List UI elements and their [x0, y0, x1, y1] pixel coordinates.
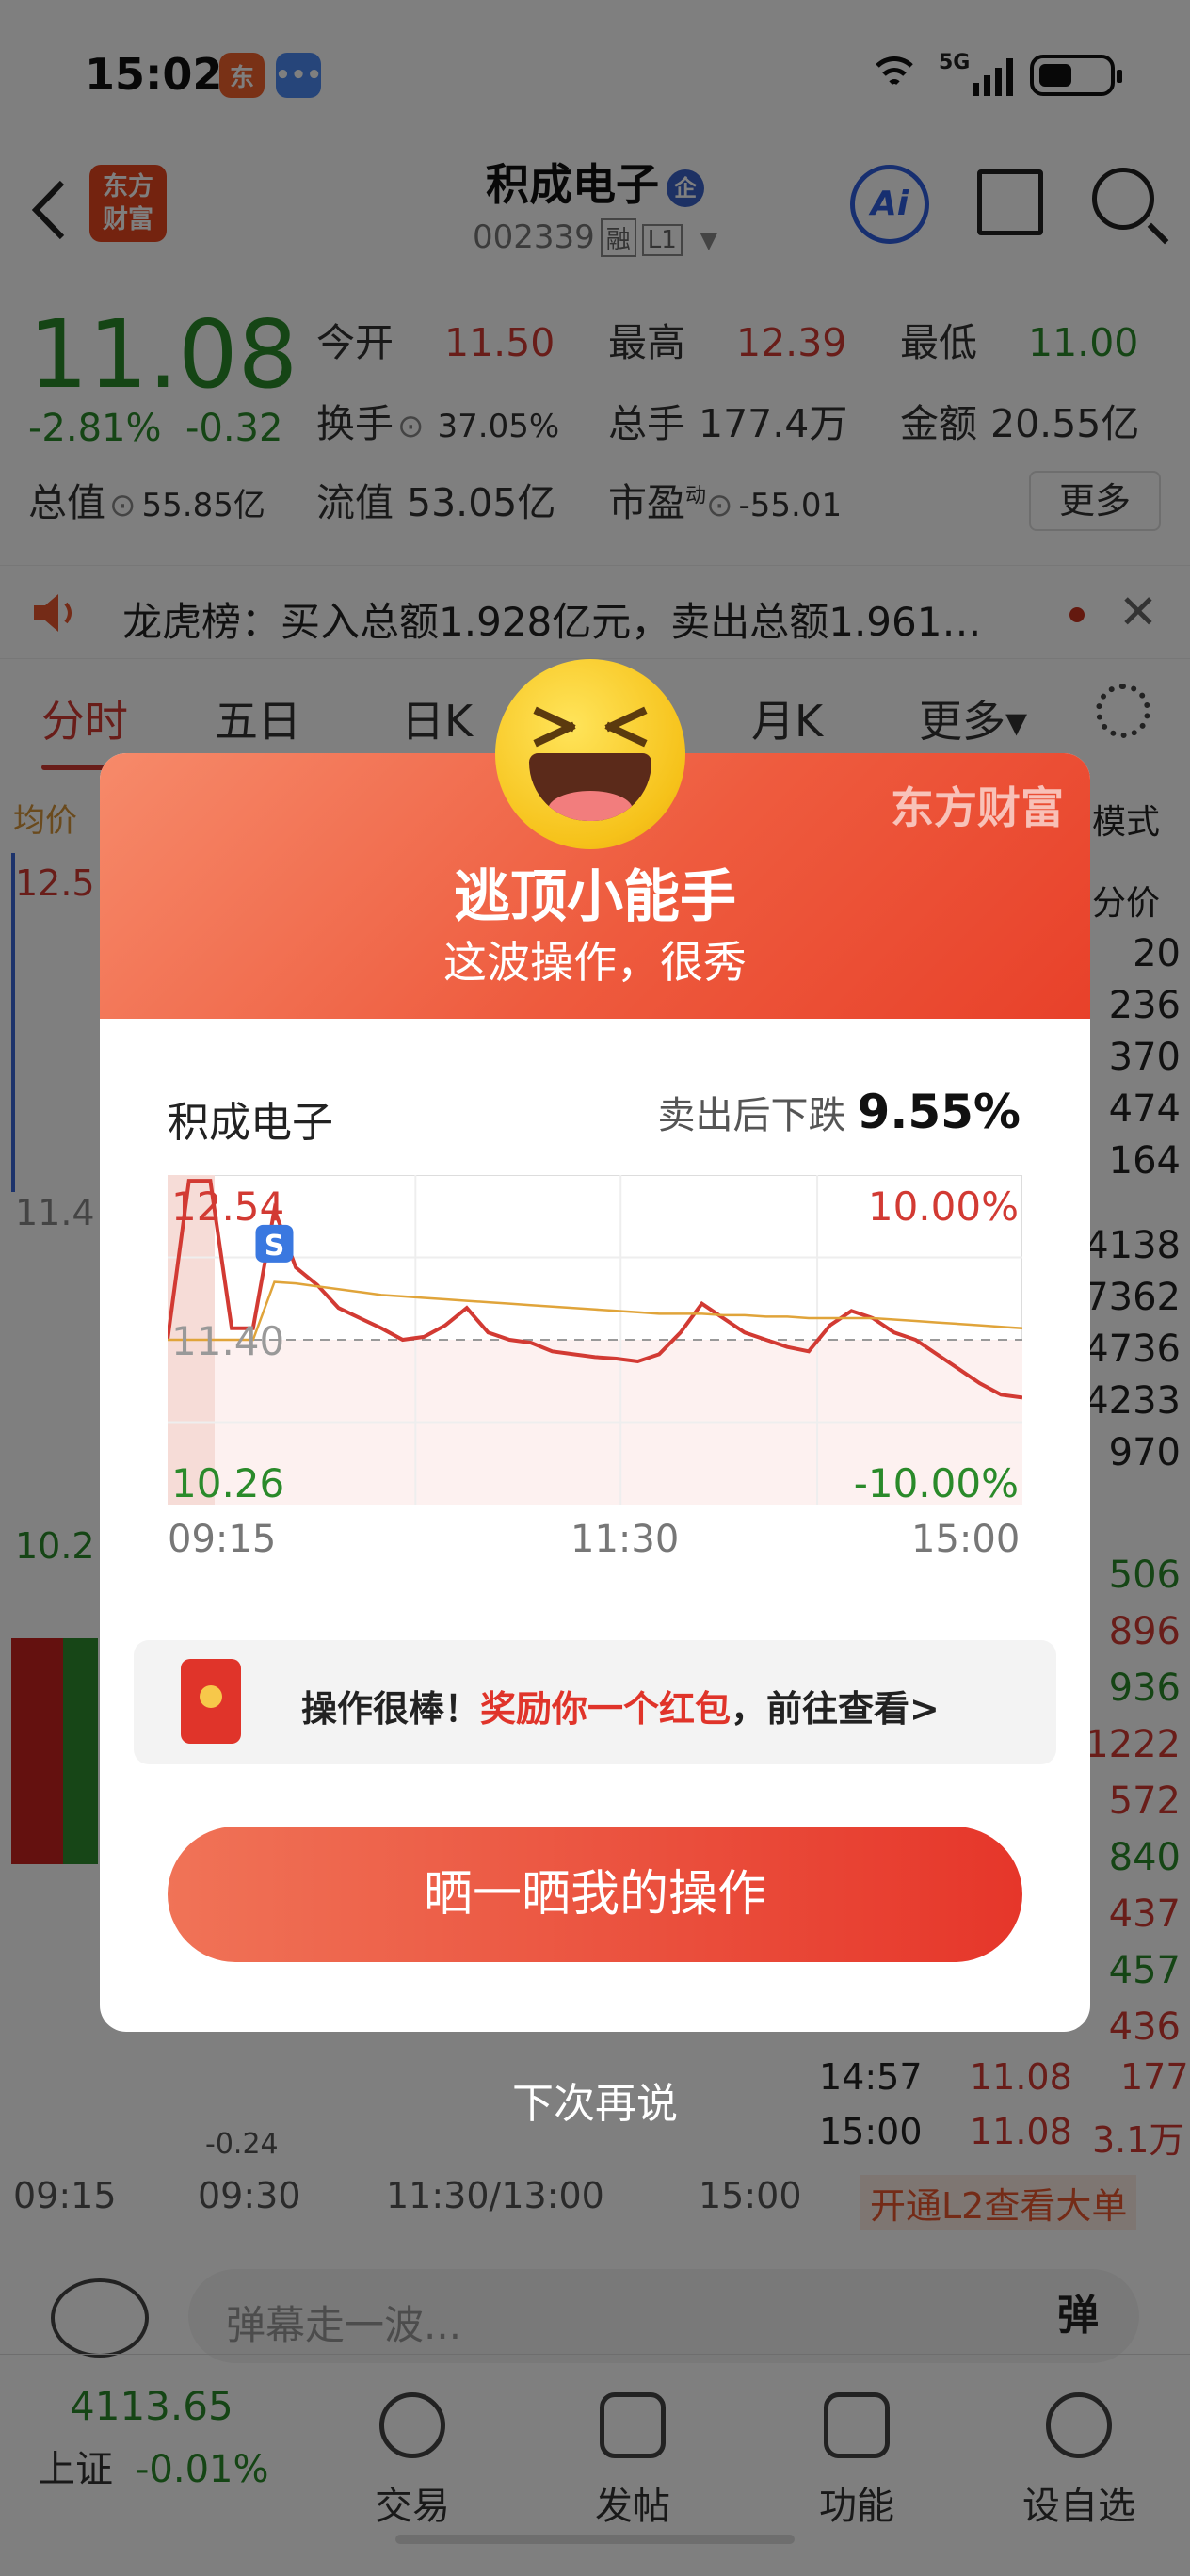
- red-packet-reward-banner[interactable]: 操作很棒！奖励你一个红包，前往查看>: [134, 1640, 1056, 1764]
- y-max-price-label: 12.54: [171, 1183, 284, 1230]
- achievement-dialog: 东方财富 逃顶小能手 这波操作，很秀 积成电子 卖出后下跌 9.55% S 12.5…: [100, 753, 1090, 2032]
- reward-text: 操作很棒！奖励你一个红包，前往查看>: [301, 1680, 940, 1731]
- sell-marker-label: S: [265, 1230, 285, 1263]
- x-tick-label: 09:15: [168, 1518, 277, 1561]
- drop-percent: 9.55%: [857, 1085, 1021, 1139]
- x-tick-label: 15:00: [911, 1518, 1021, 1561]
- drop-after-sell: 卖出后下跌 9.55%: [658, 1085, 1021, 1139]
- laughing-emoji-icon: [495, 659, 685, 849]
- drop-label: 卖出后下跌: [657, 1094, 846, 1137]
- dialog-subtitle: 这波操作，很秀: [443, 937, 747, 988]
- share-operation-button[interactable]: 晒一晒我的操作: [168, 1827, 1022, 1962]
- mini-chart-svg: S12.54 10.00% 11.40 10.26 -10.00%: [168, 1175, 1022, 1505]
- intraday-mini-chart: S 12.54 10.00% 11.40 10.26 -10.00%: [168, 1175, 1022, 1505]
- y-mid-price-label: 11.40: [171, 1318, 284, 1364]
- dismiss-later-link[interactable]: 下次再说: [0, 2069, 1190, 2130]
- y-max-pct-label: 10.00%: [868, 1183, 1019, 1230]
- eastmoney-watermark: 东方财富: [891, 782, 1064, 833]
- reward-text-pre: 操作很棒！: [301, 1688, 481, 1730]
- x-tick-label: 11:30: [571, 1518, 680, 1561]
- y-min-pct-label: -10.00%: [854, 1460, 1019, 1505]
- reward-text-highlight: 奖励你一个红包: [480, 1688, 732, 1730]
- dialog-stock-name: 积成电子: [168, 1099, 333, 1147]
- dialog-title: 逃顶小能手: [454, 864, 736, 930]
- reward-text-post: ，前往查看>: [731, 1688, 940, 1730]
- red-envelope-icon: [181, 1659, 241, 1744]
- y-min-price-label: 10.26: [171, 1460, 284, 1505]
